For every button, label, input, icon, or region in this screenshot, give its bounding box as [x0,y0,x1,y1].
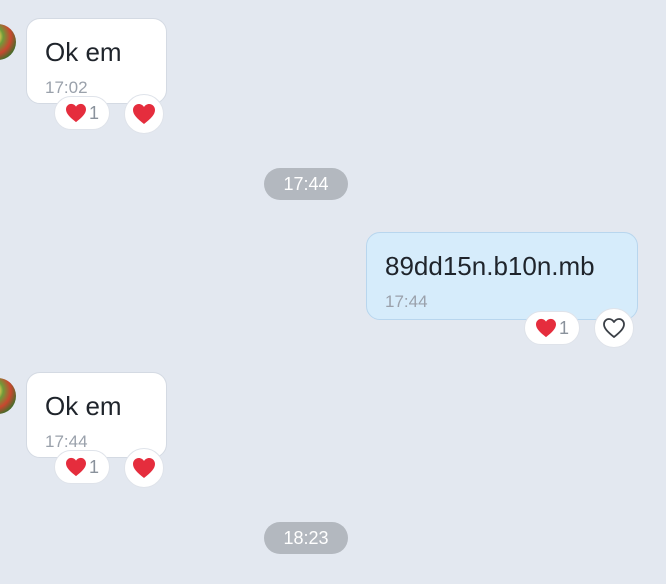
reaction-count: 1 [558,317,569,338]
react-button[interactable] [124,94,164,134]
sender-avatar[interactable] [0,24,16,60]
time-divider: 18:23 [264,522,348,554]
heart-outline-icon [603,318,625,338]
reaction-summary-pill[interactable]: 1 [54,450,110,484]
reaction-summary-pill[interactable]: 1 [524,311,580,345]
outgoing-message-bubble[interactable]: 89dd15n.b10n.mb 17:44 [366,232,638,320]
message-text: Ok em [45,391,122,421]
chat-area[interactable]: Ok em 17:02 1 17:44 89dd15n.b10n.mb 17:4… [0,0,666,584]
red-heart-icon [65,457,86,477]
red-heart-icon [133,458,155,478]
reaction-count: 1 [88,456,99,477]
message-time: 17:44 [45,432,88,451]
red-heart-icon [133,104,155,124]
message-time: 17:02 [45,78,88,97]
incoming-message-bubble[interactable]: Ok em 17:02 [26,18,167,104]
react-button[interactable] [594,308,634,348]
time-divider: 17:44 [264,168,348,200]
message-text: Ok em [45,37,122,67]
incoming-message-bubble[interactable]: Ok em 17:44 [26,372,167,458]
reaction-count: 1 [88,102,99,123]
reaction-summary-pill[interactable]: 1 [54,96,110,130]
react-button[interactable] [124,448,164,488]
message-text: 89dd15n.b10n.mb [385,251,595,281]
red-heart-icon [535,318,556,338]
message-time: 17:44 [385,292,428,311]
sender-avatar[interactable] [0,378,16,414]
red-heart-icon [65,103,86,123]
